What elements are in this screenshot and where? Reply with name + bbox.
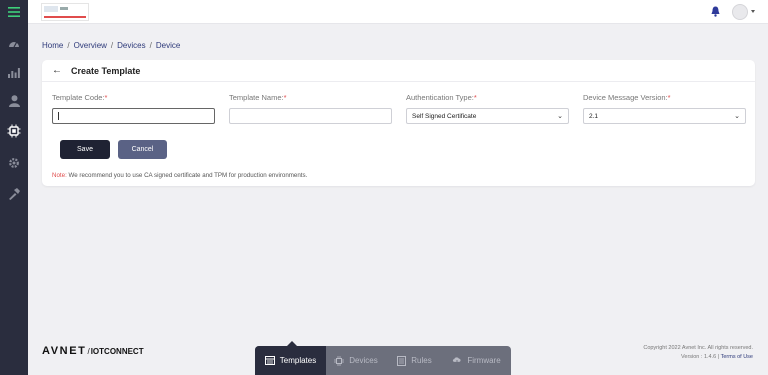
template-name-group: Template Name:*: [229, 93, 392, 124]
production-note: Note: We recommend you to use CA signed …: [52, 172, 308, 179]
settings-icon[interactable]: [6, 155, 22, 171]
chevron-down-icon[interactable]: [751, 10, 755, 13]
page-title: Create Template: [71, 65, 141, 76]
message-version-select[interactable]: 2.1 ⌄: [583, 108, 746, 124]
chevron-down-icon: ⌄: [734, 113, 740, 120]
avnet-iotconnect-logo: AVNET / IOTCONNECT: [42, 345, 144, 357]
save-button[interactable]: Save: [60, 140, 110, 159]
menu-icon[interactable]: [6, 4, 22, 20]
create-template-card: ← Create Template Template Code:* Templa…: [42, 60, 755, 186]
devices-icon: [334, 355, 345, 366]
message-version-label: Device Message Version:*: [583, 93, 671, 102]
template-name-label: Template Name:*: [229, 93, 287, 102]
template-code-group: Template Code:*: [52, 93, 215, 124]
rules-icon: [396, 355, 406, 366]
device-chip-icon[interactable]: [6, 123, 22, 139]
template-code-input[interactable]: [52, 108, 215, 124]
breadcrumb-home[interactable]: Home: [42, 41, 63, 50]
authentication-type-label: Authentication Type:*: [406, 93, 477, 102]
breadcrumb-device: Device: [155, 41, 181, 50]
breadcrumb-overview[interactable]: Overview: [74, 41, 107, 50]
notification-bell-icon[interactable]: [711, 6, 720, 19]
copyright-text: Copyright 2022 Avnet Inc. All rights res…: [643, 345, 753, 351]
avatar[interactable]: [732, 4, 748, 20]
tools-icon[interactable]: [6, 186, 22, 202]
dashboard-icon[interactable]: [6, 35, 22, 51]
back-arrow-icon[interactable]: ←: [52, 65, 62, 76]
terms-of-use-link[interactable]: Terms of Use: [721, 354, 753, 360]
breadcrumb-devices[interactable]: Devices: [117, 41, 145, 50]
tab-rules[interactable]: Rules: [386, 346, 442, 375]
company-logo[interactable]: [41, 3, 89, 21]
user-icon[interactable]: [6, 93, 22, 109]
breadcrumb: Home / Overview / Devices / Device: [42, 41, 181, 50]
authentication-type-select[interactable]: Self Signed Certificate ⌄: [406, 108, 569, 124]
authentication-type-group: Authentication Type:* Self Signed Certif…: [406, 93, 569, 124]
analytics-icon[interactable]: [6, 64, 22, 80]
firmware-icon: [452, 356, 462, 366]
chevron-down-icon: ⌄: [557, 113, 563, 120]
message-version-group: Device Message Version:* 2.1 ⌄: [583, 93, 746, 124]
templates-icon: [264, 356, 275, 366]
sidebar: [0, 0, 28, 375]
cancel-button[interactable]: Cancel: [118, 140, 167, 159]
template-name-input[interactable]: [229, 108, 392, 124]
tab-templates[interactable]: Templates: [255, 346, 326, 375]
tab-firmware[interactable]: Firmware: [442, 346, 511, 375]
copyright-block: Copyright 2022 Avnet Inc. All rights res…: [643, 345, 753, 360]
top-bar: [28, 0, 768, 24]
card-header: ← Create Template: [42, 60, 755, 82]
version-text: Version : 1.4.6: [681, 354, 717, 360]
tab-devices[interactable]: Devices: [326, 346, 386, 375]
template-code-label: Template Code:*: [52, 93, 108, 102]
bottom-tab-bar: Templates Devices Rules Firmware: [255, 341, 511, 375]
